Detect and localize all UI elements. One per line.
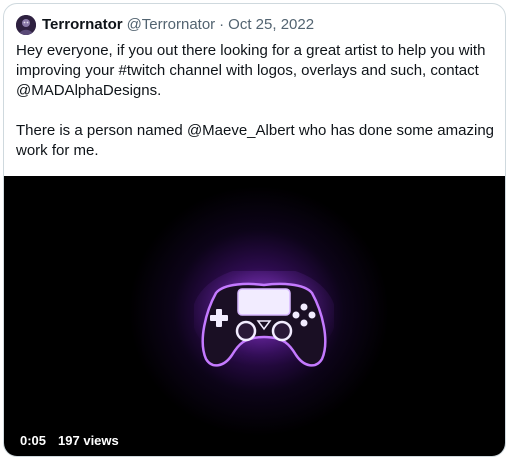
text-segment: . <box>157 82 162 99</box>
mention-link[interactable]: @MADAlphaDesigns <box>16 82 157 99</box>
header-separator: · <box>219 16 225 33</box>
author-handle[interactable]: @Terrornator <box>127 15 216 35</box>
video-duration: 0:05 <box>20 433 47 448</box>
tweet-header: Terrornator @Terrornator · Oct 25, 2022 <box>16 14 314 36</box>
text-segment: There is a person named <box>16 122 187 139</box>
tweet-date[interactable]: Oct 25, 2022 <box>228 15 314 35</box>
avatar[interactable] <box>16 15 36 35</box>
author-display-name[interactable]: Terrornator <box>42 15 123 35</box>
tweet-paragraph-2: There is a person named @Maeve_Albert wh… <box>16 121 496 161</box>
tweet-text: Hey everyone, if you out there looking f… <box>16 41 496 161</box>
mention-link[interactable]: @Maeve_Albert <box>187 122 295 139</box>
hashtag-link[interactable]: #twitch <box>119 62 166 79</box>
video-player[interactable]: 0:05 197 views <box>4 176 505 456</box>
avatar-image <box>16 15 36 35</box>
gamepad-icon <box>194 271 334 367</box>
tweet-card[interactable]: Terrornator @Terrornator · Oct 25, 2022 … <box>3 3 506 457</box>
text-segment: channel with logos, overlays and such, c… <box>165 62 479 79</box>
video-views: 197 views <box>58 433 119 448</box>
tweet-paragraph-1: Hey everyone, if you out there looking f… <box>16 41 496 101</box>
video-stats: 0:05 197 views <box>20 433 119 448</box>
